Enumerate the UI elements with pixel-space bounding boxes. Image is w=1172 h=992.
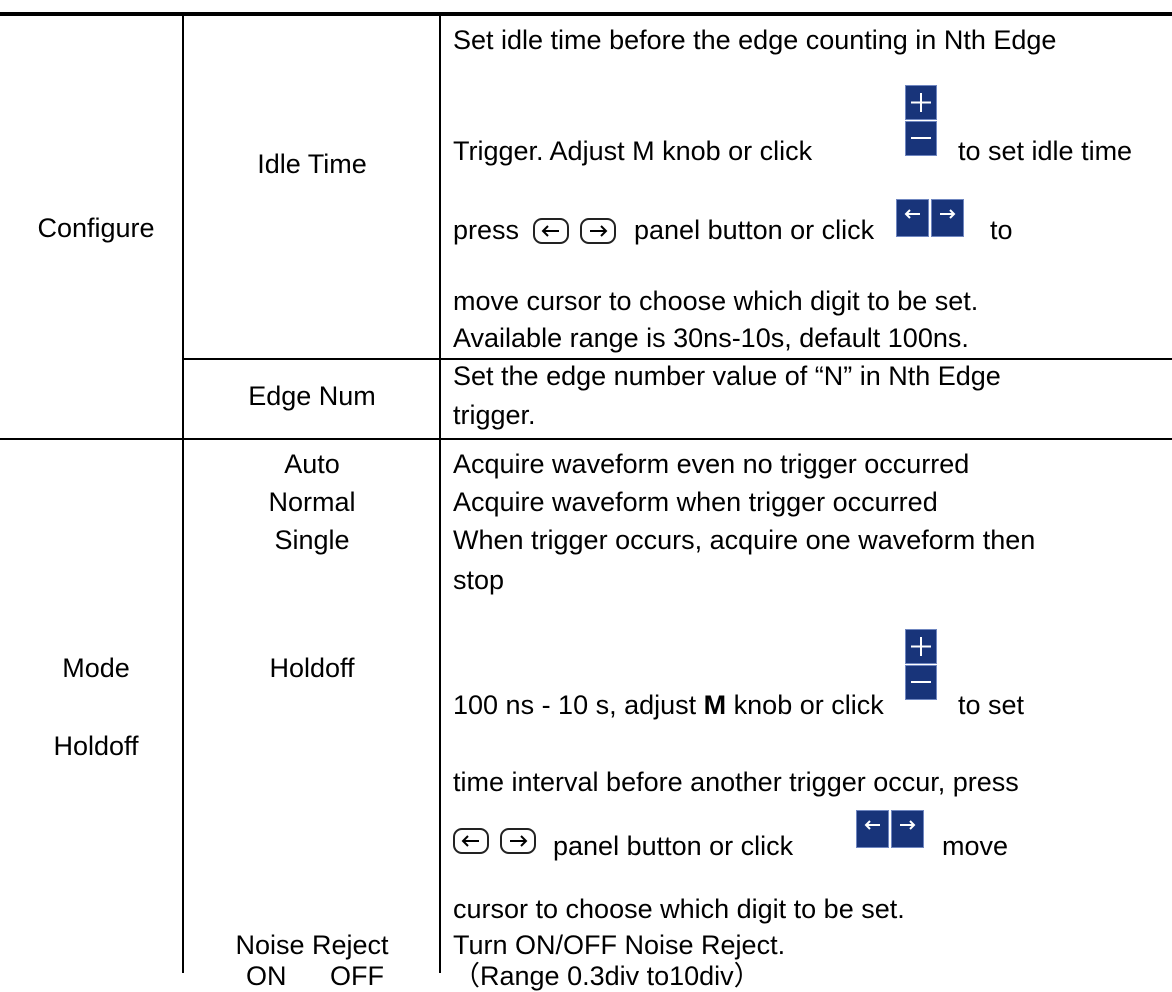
holdoff-desc-line-1: 100 ns - 10 s, adjust M knob or click — [453, 690, 884, 720]
param-label-edge-num: Edge Num — [248, 381, 376, 411]
idle-time-desc-line-3b: panel button or click — [634, 215, 875, 245]
normal-desc: Acquire waveform when trigger occurred — [453, 487, 938, 517]
edge-num-desc-line-2: trigger. — [453, 400, 536, 430]
holdoff-desc-line-3a: panel button or click — [553, 831, 794, 861]
param-label-single: Single — [274, 525, 350, 555]
holdoff-desc-line-3b: move — [942, 831, 1009, 861]
right-arrow-key-icon — [500, 828, 536, 854]
noise-reject-option-off: OFF — [330, 961, 384, 991]
group-label-mode: Mode — [62, 653, 130, 683]
auto-desc: Acquire waveform even no trigger occurre… — [453, 449, 970, 479]
idle-time-desc-line-4: move cursor to choose which digit to be … — [453, 286, 979, 316]
column-divider-1 — [182, 16, 184, 973]
idle-time-desc-line-3a: press — [453, 215, 520, 245]
idle-time-desc-line-2a: Trigger. Adjust M knob or click — [453, 136, 813, 166]
idle-time-desc-line-3c: to — [990, 215, 1013, 245]
left-arrow-key-icon — [533, 218, 569, 244]
left-right-arrow-button-icon — [896, 199, 964, 237]
noise-reject-option-on: ON — [246, 961, 287, 991]
noise-reject-desc-line-1: Turn ON/OFF Noise Reject. — [453, 930, 786, 960]
param-label-noise-reject: Noise Reject — [235, 930, 389, 960]
table-top-border — [0, 12, 1172, 16]
edge-num-desc-line-1: Set the edge number value of “N” in Nth … — [453, 361, 1001, 391]
single-desc-line-1: When trigger occurs, acquire one wavefor… — [453, 525, 1036, 555]
group-label-configure: Configure — [37, 213, 155, 243]
column-divider-2 — [439, 16, 441, 973]
holdoff-desc-line-4: cursor to choose which digit to be set. — [453, 894, 905, 924]
noise-reject-desc-line-2: （Range 0.3div to10div） — [453, 961, 761, 991]
single-desc-line-2: stop — [453, 565, 505, 595]
plus-minus-button-icon — [905, 629, 937, 701]
group-label-holdoff: Holdoff — [53, 731, 139, 761]
param-label-normal: Normal — [268, 487, 356, 517]
row-divider-configure-mode — [0, 438, 1172, 440]
idle-time-desc-line-1: Set idle time before the edge counting i… — [453, 25, 1057, 55]
plus-minus-button-icon — [905, 85, 937, 157]
param-label-auto: Auto — [284, 449, 340, 479]
param-label-idle-time: Idle Time — [257, 149, 367, 179]
left-arrow-key-icon — [453, 828, 489, 854]
holdoff-desc-line-2: time interval before another trigger occ… — [453, 767, 1019, 797]
holdoff-desc-line-1b: to set — [958, 690, 1025, 720]
param-label-holdoff: Holdoff — [269, 653, 355, 683]
left-right-arrow-button-icon — [856, 810, 924, 848]
idle-time-desc-line-2b: to set idle time — [958, 136, 1133, 166]
idle-time-desc-line-5: Available range is 30ns-10s, default 100… — [453, 323, 969, 353]
right-arrow-key-icon — [580, 218, 616, 244]
